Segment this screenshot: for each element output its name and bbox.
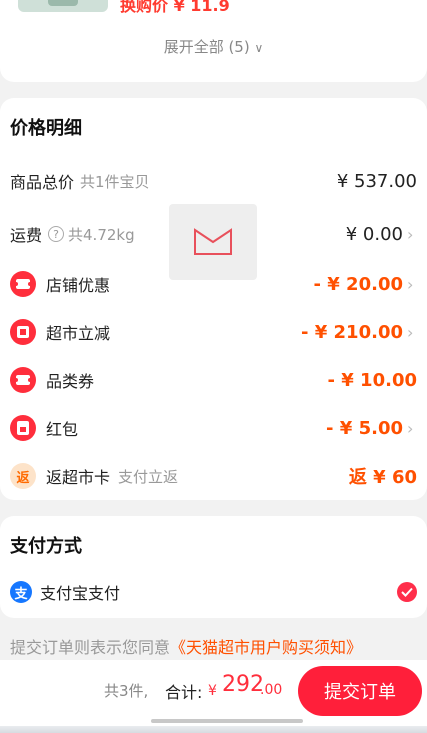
row-label: 运费 [10,226,43,245]
total-integer: 292 [222,672,264,697]
chevron-right-icon: › [407,322,414,342]
home-indicator[interactable] [151,719,303,723]
chevron-down-icon: ∨ [254,41,264,55]
row-label: 商品总价 [10,173,75,192]
row-value: - ¥ 10.00 [327,369,417,391]
row-label: 超市立减 [46,324,111,343]
row-sub: 支付立返 [118,467,179,486]
price-detail-title: 价格明细 [10,118,82,139]
discount-icon [10,319,36,345]
bottom-strip [0,726,427,733]
row-value: - ¥ 20.00 [313,273,403,295]
chevron-right-icon: › [407,418,414,438]
row-sub: 共4.72kg [68,225,135,244]
row-value: ¥ 0.00 [345,223,403,245]
red-packet-icon [10,415,36,441]
row-label: 品类券 [46,372,95,391]
agreement-text: 提交订单则表示您同意《天猫超市用户购买须知》 [10,634,362,658]
expand-all-link[interactable]: 展开全部 (5) ∨ [0,36,427,57]
chevron-right-icon: › [407,224,414,244]
total-label: 合计: [165,683,203,702]
item-count: 共3件, [104,682,149,700]
payment-option-alipay[interactable]: 支 支付宝支付 [10,577,417,607]
row-sub: 共1件宝贝 [80,172,150,191]
row-goods-total: 商品总价 共1件宝贝 ¥ 537.00 [10,166,417,196]
row-cashback-card: 返 返超市卡 支付立返 返 ¥ 60 [10,461,417,491]
total-currency: ¥ [208,683,217,699]
row-value: 返 ¥ 60 [348,467,417,488]
expand-all-label: 展开全部 (5) [163,38,250,56]
help-icon[interactable]: ? [48,226,65,242]
row-label: 返超市卡 [46,468,111,487]
payment-card: 支付方式 支 支付宝支付 [0,516,427,618]
swap-price: 换购价 ¥ 11.9 [120,0,230,15]
item-card: 换购价 ¥ 11.9 展开全部 (5) ∨ [0,0,427,82]
coupon-icon [10,367,36,393]
price-detail-card: 价格明细 商品总价 共1件宝贝 ¥ 537.00 运费 ? 共4.72kg ¥ … [0,98,427,500]
agreement-prefix: 提交订单则表示您同意 [10,638,171,657]
payment-title: 支付方式 [10,536,82,557]
payment-method-label: 支付宝支付 [40,584,121,603]
checkmark-icon[interactable] [397,582,417,602]
submit-order-button[interactable]: 提交订单 [298,666,422,716]
message-overlay[interactable] [169,204,257,280]
envelope-icon [194,228,232,255]
alipay-icon: 支 [10,581,32,603]
coupon-icon [10,271,36,297]
row-red-packet[interactable]: 红包 - ¥ 5.00 › [10,413,417,443]
row-value: - ¥ 210.00 [301,321,403,343]
cashback-icon: 返 [10,463,36,489]
product-thumbnail[interactable] [18,0,108,12]
row-supermarket-discount[interactable]: 超市立减 - ¥ 210.00 › [10,317,417,347]
row-label: 店铺优惠 [46,276,111,295]
agreement-link[interactable]: 《天猫超市用户购买须知》 [170,638,362,657]
row-category-coupon: 品类券 - ¥ 10.00 [10,365,417,395]
row-value: ¥ 537.00 [336,170,417,192]
total-decimal: .00 [260,682,283,698]
chevron-right-icon: › [407,274,414,294]
row-label: 红包 [46,420,79,439]
row-value: - ¥ 5.00 [326,417,403,439]
